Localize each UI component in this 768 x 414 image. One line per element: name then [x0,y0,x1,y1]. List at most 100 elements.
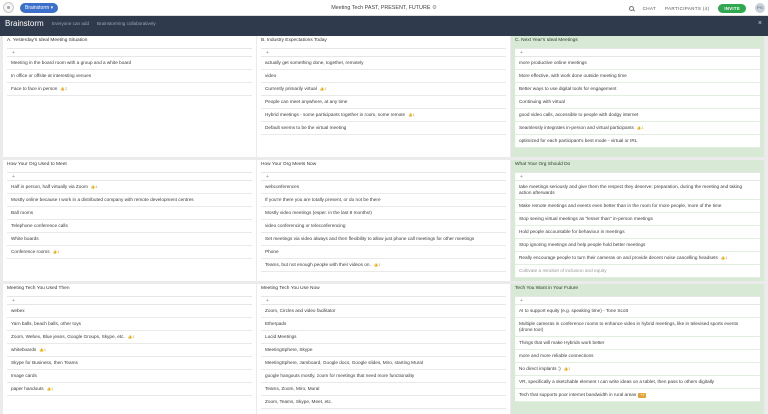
idea-text: good video calls, accessible to people w… [519,112,639,117]
list-item[interactable]: Cultivate a mindset of inclusion and equ… [515,265,760,278]
list-item[interactable]: Really encourage people to turn their ca… [515,252,760,265]
list-item[interactable]: VR, specifically a sketchable element I … [515,376,760,389]
like-count[interactable]: 👍1 [408,112,415,118]
list-item[interactable]: Stop ignoring meetings and help people h… [515,239,760,252]
list-item[interactable]: No direct implants :) 👍1 [515,363,760,376]
list-item[interactable]: more productive online meetings [515,57,760,70]
add-idea-input[interactable]: + [515,296,760,305]
add-idea-input[interactable]: + [261,172,506,181]
list-item[interactable]: Currently primarily virtual 👍1 [261,83,506,96]
like-count[interactable]: 👍1 [721,255,728,261]
list-item[interactable]: Hold people accountable for behaviour in… [515,226,760,239]
add-idea-input[interactable]: + [7,296,252,305]
list-item[interactable]: Phone [261,246,506,259]
list-item[interactable]: Zoom, Circles and video facilitator [261,305,506,318]
list-item[interactable]: In office or offsite at interesting venu… [7,70,252,83]
list-item[interactable]: More effective, with work done outside m… [515,70,760,83]
tab-brainstorming-collaboratively[interactable]: Brainstorming collaboratively [97,20,156,28]
idea-text: video conferencing or teleconferencing [265,223,346,228]
list-item[interactable]: Hybrid meetings - some participants toge… [261,109,506,122]
list-item[interactable]: take meetings seriously and give them th… [515,181,760,200]
avatar[interactable]: PS [755,3,765,13]
list-item[interactable]: Skype for Business, then Teams [7,357,252,370]
list-item[interactable]: Make remote meetings and events even bet… [515,200,760,213]
list-item[interactable]: Image cards [7,370,252,383]
list-item[interactable]: google hangouts mostly, zoom for meeting… [261,370,506,383]
close-icon[interactable]: × [758,20,762,28]
list-item[interactable]: Ball rooms [7,207,252,220]
chat-button[interactable]: CHAT [643,6,656,11]
list-item[interactable]: AI to support equity (e.g. speaking time… [515,305,760,318]
list-item[interactable]: Lucid Meetings [261,331,506,344]
like-count[interactable]: 👍1 [374,262,381,268]
list-item[interactable]: Teams, but not enough people with their … [261,259,506,272]
like-count[interactable]: 👍2 [60,86,67,92]
list-item[interactable]: If you're there you are totally present,… [261,194,506,207]
list-item[interactable]: Half in person, half virtually via Zoom 👍… [7,181,252,194]
idea-list: take meetings seriously and give them th… [515,181,760,278]
add-idea-input[interactable]: + [7,48,252,57]
add-idea-input[interactable]: + [261,296,506,305]
list-item[interactable]: Tech that supports poor internet bandwid… [515,389,760,402]
list-item[interactable]: Continuing with virtual [515,96,760,109]
search-icon[interactable] [628,5,634,11]
list-item[interactable]: actually get something done, together, r… [261,57,506,70]
participants-button[interactable]: PARTICIPANTS (4) [665,6,709,11]
idea-text: VR, specifically a sketchable element I … [519,379,715,384]
add-idea-input[interactable]: + [261,48,506,57]
list-item[interactable]: Conference rooms 👍1 [7,246,252,259]
list-item[interactable]: video conferencing or teleconferencing [261,220,506,233]
list-item[interactable]: Multiple cameras in conference rooms to … [515,318,760,337]
list-item[interactable]: good video calls, accessible to people w… [515,109,760,122]
add-idea-input[interactable]: + [515,48,760,57]
list-item[interactable]: Mostly video meetings (esper. in the las… [261,207,506,220]
list-item[interactable]: Zoom, Webex, Blue jeans, Google Groups, … [7,331,252,344]
tab-everyone-can-add[interactable]: Everyone can add [52,20,89,28]
list-item[interactable]: video [261,70,506,83]
list-item[interactable]: more and more reliable connections [515,350,760,363]
idea-text: more productive online meetings [519,60,587,65]
list-item[interactable]: webex [7,305,252,318]
list-item[interactable]: Teams, Zoom, Miro, Mural [261,383,506,396]
like-count[interactable]: 👍1 [91,184,98,190]
list-item[interactable]: Mostly online because I work in a distri… [7,194,252,207]
list-item[interactable]: Yarn balls, beach balls, other toys [7,318,252,331]
idea-text: Cultivate a mindset of inclusion and equ… [519,268,607,273]
add-idea-input[interactable]: + [515,172,760,181]
invite-button[interactable]: INVITE [718,3,746,13]
idea-text: video [265,73,277,78]
list-item[interactable]: Zoom, Teams, Skype, Meet, etc. [261,396,506,409]
list-item[interactable]: MeetingSphere, Jamboard, Google docs, Go… [261,357,506,370]
like-count[interactable]: 👍1 [47,386,54,392]
list-item[interactable]: Better ways to use digital tools for eng… [515,83,760,96]
list-item[interactable]: Default seems to be the virtual meeting [261,122,506,135]
like-count[interactable]: 👍1 [564,366,571,372]
list-item[interactable]: Things that will make Hybrids work bette… [515,337,760,350]
list-item[interactable]: optimized for each participant's best mo… [515,135,760,148]
idea-text: webconferences [265,184,300,189]
settings-gear-icon[interactable]: ⚙ [432,5,437,11]
list-item[interactable]: People can meet anywhere, at any time [261,96,506,109]
like-count[interactable]: 👍1 [637,125,644,131]
idea-text: google hangouts mostly, zoom for meeting… [265,373,415,378]
highlight-badge[interactable]: +1 [638,393,647,398]
add-idea-input[interactable]: + [7,172,252,181]
like-count[interactable]: 👍1 [128,334,135,340]
list-item[interactable]: whiteboards 👍1 [7,344,252,357]
list-item[interactable]: paper handouts 👍1 [7,383,252,396]
list-item[interactable]: Meeting in the board room with a group a… [7,57,252,70]
list-item[interactable]: White boards [7,233,252,246]
list-item[interactable]: webconferences [261,181,506,194]
top-bar-actions: CHAT PARTICIPANTS (4) INVITE PS [628,2,765,14]
list-item[interactable]: Seamlessly integrates in-person and virt… [515,122,760,135]
list-item[interactable]: Set meetings via video always and then f… [261,233,506,246]
like-count[interactable]: 👍1 [39,347,46,353]
list-item[interactable]: Stop seeing virtual meetings as "lesser … [515,213,760,226]
list-item[interactable]: Telephone conference calls [7,220,252,233]
list-item[interactable]: MeetingSphere, Skype [261,344,506,357]
list-item[interactable]: Etherpads [261,318,506,331]
like-count[interactable]: 👍1 [53,249,60,255]
list-item[interactable]: Face to face in person 👍2 [7,83,252,96]
like-count[interactable]: 👍1 [320,86,327,92]
idea-text: optimized for each participant's best mo… [519,138,638,143]
